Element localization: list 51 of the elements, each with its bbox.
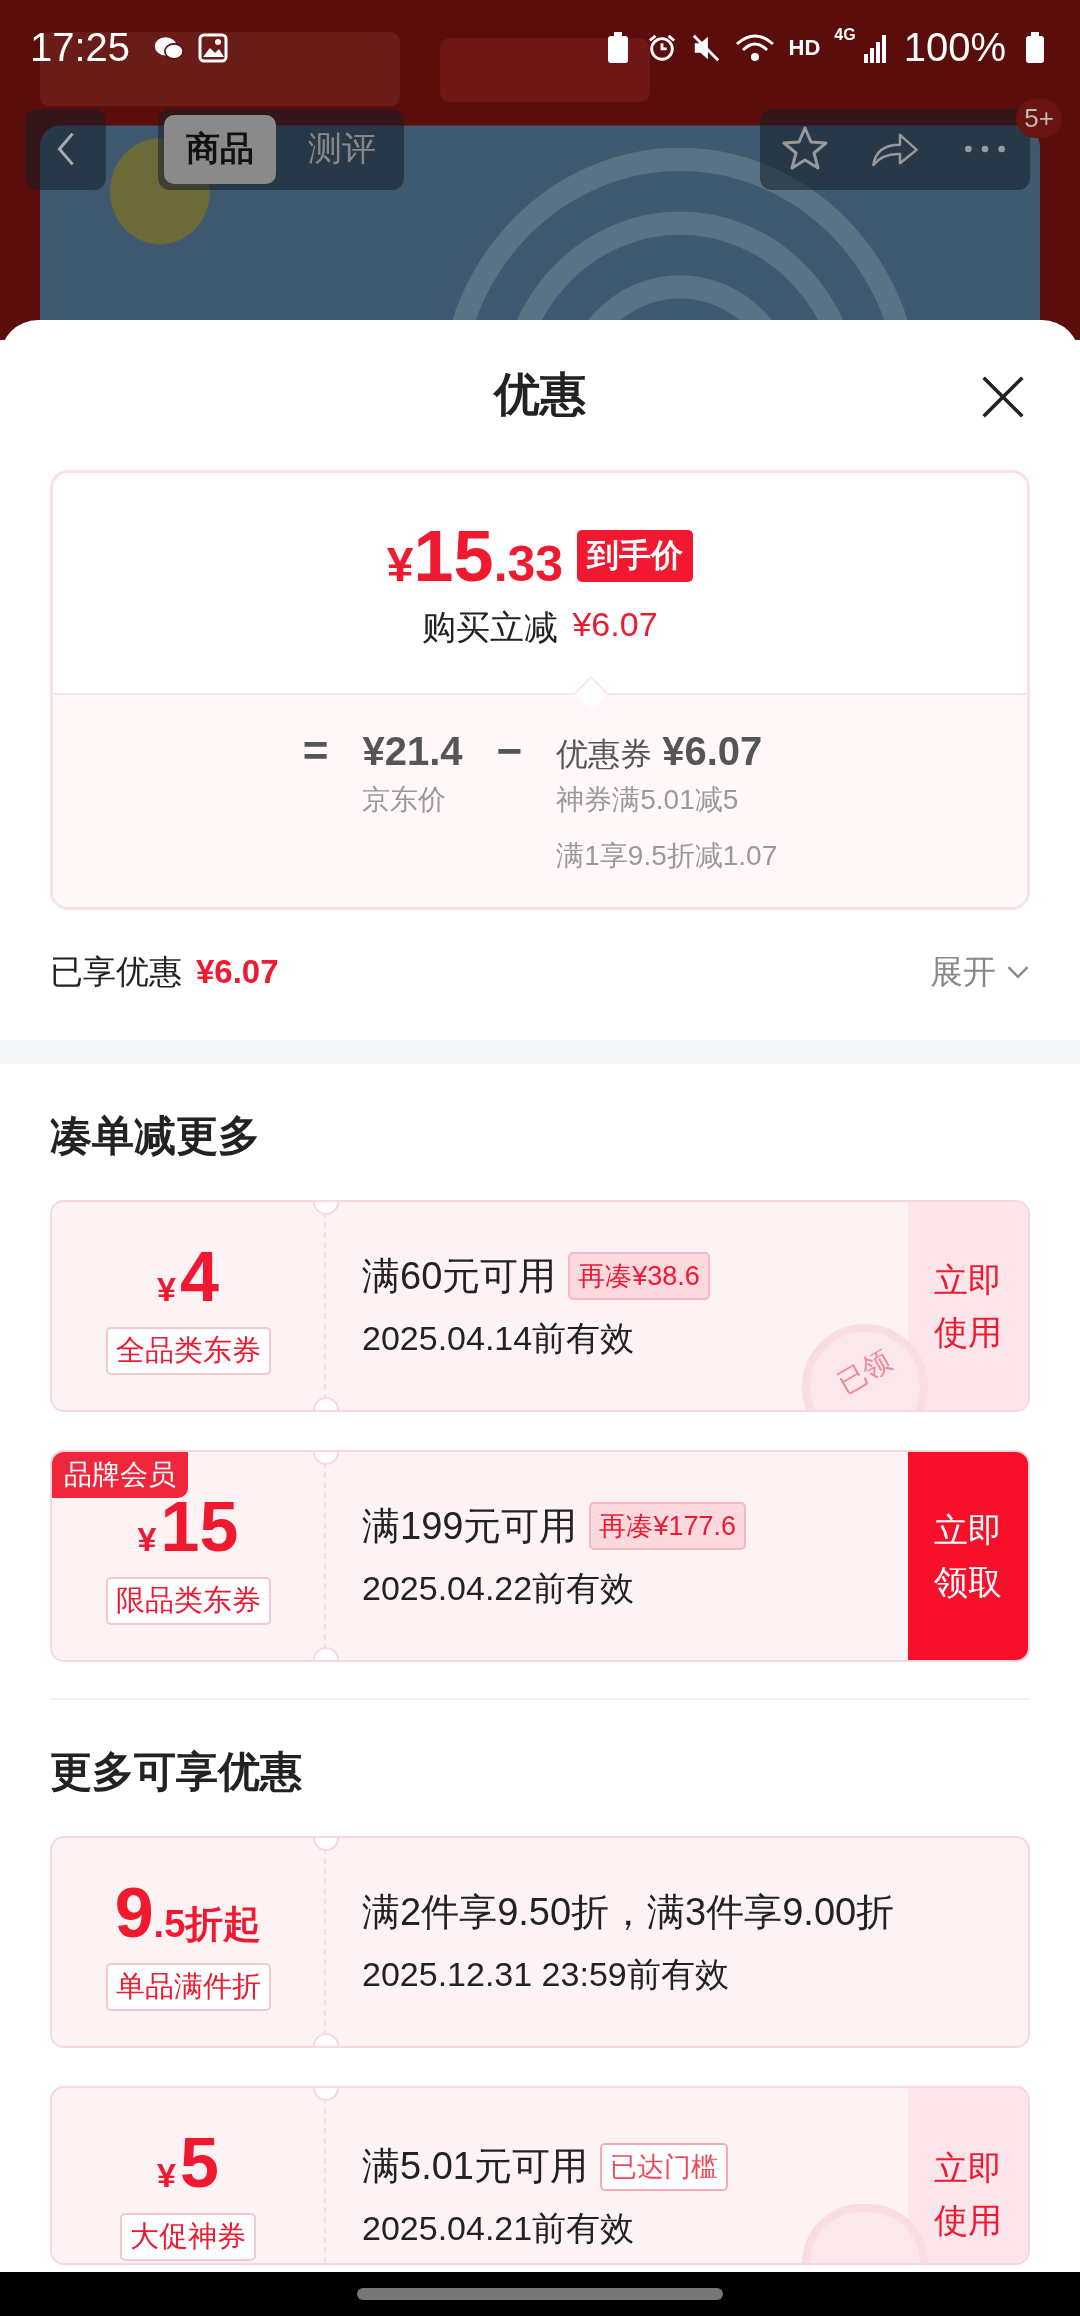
coupon-type: 限品类东券 [105, 1577, 271, 1625]
saved-label: 已享优惠 [50, 951, 182, 992]
tab[interactable]: 商品 [164, 114, 276, 184]
coupon-type: 单品满件折 [105, 1963, 271, 2011]
section-title: 更多可享优惠 [49, 1747, 303, 1797]
minus-sign: − [496, 725, 523, 777]
price-tag: 到手价 [577, 530, 694, 582]
discount-detail: 神券满5.01减5 [556, 783, 740, 817]
claimed-stamp: 已领 [802, 1324, 928, 1410]
close-icon[interactable] [980, 374, 1026, 420]
threshold-badge: 再凑¥38.6 [568, 1252, 710, 1300]
coupon-action-button[interactable]: 立即领取 [908, 1452, 1028, 1660]
threshold-badge: 再凑¥177.6 [589, 1502, 746, 1550]
coupon-amount: ¥6.07 [662, 728, 763, 775]
coupon-validity: 2025.12.31 23:59前有效 [362, 1953, 730, 1995]
coupon-validity: 2025.04.14前有效 [362, 1317, 636, 1359]
reduce-label: 购买立减 [422, 607, 559, 648]
equals-sign: = [302, 725, 329, 777]
wifi-icon [734, 31, 775, 64]
coupon-condition: 满2件享9.50折，满3件享9.00折 [362, 1889, 895, 1935]
image-icon [198, 31, 229, 64]
coupon-validity: 2025.04.21前有效 [362, 2208, 636, 2249]
network-label: 4G [834, 26, 856, 44]
base-price-label: 京东价 [362, 783, 448, 817]
base-price: ¥21.4 [362, 728, 463, 775]
threshold-badge: 已达门槛 [599, 2142, 728, 2191]
coupon-value: 9.5折起 [114, 1873, 262, 1953]
coupon-label: 优惠券 [556, 735, 653, 774]
coupon-value: ¥4 [157, 1237, 219, 1317]
hd-label: HD [788, 34, 821, 61]
member-tag: 品牌会员 [52, 1452, 188, 1498]
coupon-type: 全品类东券 [105, 1327, 271, 1375]
coupon-type: 大促神券 [120, 2213, 256, 2261]
expand-button[interactable]: 展开 [930, 949, 1030, 995]
coupon-action-button[interactable]: 立即使用 [908, 2088, 1028, 2263]
discount-detail: 满1享9.5折减1.07 [556, 839, 778, 873]
reduce-amount: ¥6.07 [572, 605, 658, 645]
sheet-title: 优惠 [494, 367, 586, 422]
status-time: 17:25 [30, 25, 131, 70]
coupon-condition: 满60元可用 [362, 1253, 557, 1299]
tab[interactable]: 测评 [286, 114, 398, 184]
coupon-condition: 满199元可用 [362, 1503, 578, 1549]
caret-icon [1006, 964, 1030, 980]
coupon-value: ¥5 [157, 2123, 219, 2203]
battery-level: 100% [903, 25, 1006, 70]
section-title: 凑单减更多 [49, 1111, 261, 1161]
coupon-action-button[interactable]: 立即使用 [908, 1202, 1028, 1410]
coupon-condition: 满5.01元可用 [362, 2144, 588, 2189]
coupon-validity: 2025.04.22前有效 [362, 1567, 636, 1609]
final-price: ¥15.33 [386, 515, 564, 597]
saved-amount: ¥6.07 [196, 953, 279, 991]
